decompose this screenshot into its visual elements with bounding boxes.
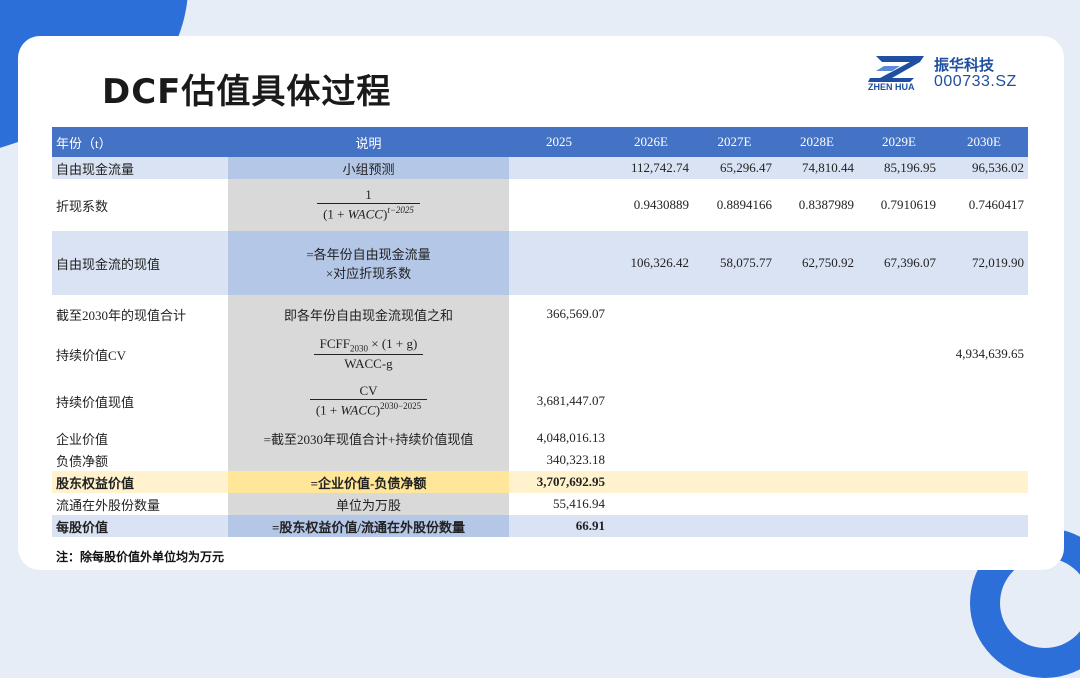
row-label: 折现系数 (56, 198, 109, 214)
cell-value: 4,934,639.65 (955, 346, 1024, 361)
formula-fraction: FCFF2030 × (1 + g) WACC-g (313, 336, 424, 372)
cell-value: 0.8894166 (716, 197, 772, 212)
formula-exponent: t−2025 (387, 205, 414, 216)
cell-value (509, 231, 609, 295)
formula-text: FCFF (319, 336, 351, 352)
dcf-table-wrapper: 年份（t） 说明 2025 2026E 2027E 2028E 2029E 20… (52, 127, 1028, 537)
column-header: 2027E (693, 127, 776, 157)
row-label: 流通在外股份数量 (56, 497, 161, 513)
row-label: 持续价值CV (56, 347, 127, 363)
cell-value (509, 179, 609, 231)
table-row: 股东权益价值 =企业价值-负债净额 3,707,692.95 (52, 471, 1028, 493)
description-line: ×对应折现系数 (325, 266, 412, 281)
formula-numerator: FCFF2030 × (1 + g) (314, 336, 424, 354)
formula-variable: WACC (347, 206, 383, 222)
cell-value: 3,707,692.95 (509, 471, 609, 493)
description-line: =各年份自由现金流量 (306, 247, 431, 262)
formula-text: (1 + (315, 402, 341, 418)
column-header: 年份（t） (52, 127, 228, 157)
table-row: 持续价值CV FCFF2030 × (1 + g) WACC-g 4,934,6… (52, 333, 1028, 375)
row-label: 自由现金流的现值 (52, 231, 228, 295)
row-description: =截至2030年现值合计+持续价值现值 (228, 427, 509, 449)
column-header: 2029E (858, 127, 940, 157)
row-formula: CV (1 + WACC)2030−2025 (228, 375, 509, 427)
row-label: 持续价值现值 (56, 394, 135, 410)
dcf-table: 年份（t） 说明 2025 2026E 2027E 2028E 2029E 20… (52, 127, 1028, 537)
cell-value: 62,750.92 (776, 231, 858, 295)
footnote: 注：除每股价值外单位均为万元 (56, 550, 225, 564)
cell-value: 0.8387989 (798, 197, 854, 212)
table-row: 每股价值 =股东权益价值/流通在外股份数量 66.91 (52, 515, 1028, 537)
row-label: 负债净额 (56, 453, 109, 469)
formula-fraction: CV (1 + WACC)2030−2025 (309, 383, 428, 418)
row-description: 小组预测 (228, 157, 509, 179)
formula-numerator: CV (359, 383, 378, 399)
table-row: 自由现金流量 小组预测 112,742.74 65,296.47 74,810.… (52, 157, 1028, 179)
formula-subscript: 2030 (350, 343, 369, 354)
table-row: 负债净额 340,323.18 (52, 449, 1028, 471)
background-decoration (1000, 558, 1080, 648)
formula-denominator: WACC-g (313, 353, 424, 372)
row-formula: 1 (1 + WACC)t−2025 (228, 179, 509, 231)
row-description: =股东权益价值/流通在外股份数量 (228, 515, 509, 537)
stock-code: 000733.SZ (934, 73, 1017, 90)
formula-numerator: 1 (365, 187, 372, 203)
formula-fraction: 1 (1 + WACC)t−2025 (317, 187, 420, 222)
cell-value: 58,075.77 (693, 231, 776, 295)
cell-value: 65,296.47 (693, 157, 776, 179)
column-header: 2026E (609, 127, 693, 157)
formula-denominator: (1 + WACC)2030−2025 (309, 399, 428, 418)
row-label: 截至2030年的现值合计 (56, 307, 187, 323)
cell-value: 96,536.02 (940, 157, 1028, 179)
cell-value: 366,569.07 (546, 306, 606, 321)
cell-value: 66.91 (509, 515, 609, 537)
row-description: 单位为万股 (228, 493, 509, 515)
row-description: =企业价值-负债净额 (228, 471, 509, 493)
table-row: 持续价值现值 CV (1 + WACC)2030−2025 3,681,447.… (52, 375, 1028, 427)
column-header: 2028E (776, 127, 858, 157)
cell-value: 4,048,016.13 (536, 430, 605, 445)
table-row: 截至2030年的现值合计 即各年份自由现金流现值之和 366,569.07 (52, 295, 1028, 333)
slide-title: DCF估值具体过程 (102, 72, 392, 112)
row-label: 自由现金流量 (52, 157, 228, 179)
row-description (228, 449, 509, 471)
logo-text-cn: 振华科技 (934, 56, 995, 74)
cell-value: 0.7910619 (880, 197, 936, 212)
table-row: 自由现金流的现值 =各年份自由现金流量 ×对应折现系数 106,326.42 5… (52, 231, 1028, 295)
row-formula: FCFF2030 × (1 + g) WACC-g (228, 333, 509, 375)
formula-text: × (1 + g) (368, 336, 418, 352)
cell-value: 85,196.95 (858, 157, 940, 179)
column-header: 说明 (228, 127, 509, 157)
cell-value: 55,416.94 (553, 496, 605, 511)
table-header-row: 年份（t） 说明 2025 2026E 2027E 2028E 2029E 20… (52, 127, 1028, 157)
table-row: 折现系数 1 (1 + WACC)t−2025 0.9430889 0.8894… (52, 179, 1028, 231)
row-label: 企业价值 (56, 431, 109, 447)
cell-value: 106,326.42 (609, 231, 693, 295)
formula-denominator: (1 + WACC)t−2025 (317, 203, 420, 222)
row-description: =各年份自由现金流量 ×对应折现系数 (228, 231, 509, 295)
cell-value: 112,742.74 (609, 157, 693, 179)
formula-exponent: 2030−2025 (380, 401, 422, 412)
cell-value: 0.7460417 (968, 197, 1024, 212)
formula-variable: WACC (340, 402, 376, 418)
column-header: 2025 (509, 127, 609, 157)
row-description: 即各年份自由现金流现值之和 (228, 295, 509, 333)
cell-value: 74,810.44 (776, 157, 858, 179)
cell-value: 340,323.18 (546, 452, 606, 467)
table-row: 企业价值 =截至2030年现值合计+持续价值现值 4,048,016.13 (52, 427, 1028, 449)
cell-value: 67,396.07 (858, 231, 940, 295)
row-label: 每股价值 (52, 515, 228, 537)
row-label: 股东权益价值 (52, 471, 228, 493)
cell-value (509, 157, 609, 179)
table-row: 流通在外股份数量 单位为万股 55,416.94 (52, 493, 1028, 515)
logo-text-en: ZHEN HUA (868, 82, 915, 92)
cell-value: 3,681,447.07 (536, 393, 605, 408)
cell-value: 72,019.90 (940, 231, 1028, 295)
formula-text: (1 + (323, 206, 348, 222)
column-header: 2030E (940, 127, 1028, 157)
cell-value: 0.9430889 (633, 197, 689, 212)
company-logo: ZHEN HUA 振华科技 000733.SZ (866, 54, 1036, 98)
